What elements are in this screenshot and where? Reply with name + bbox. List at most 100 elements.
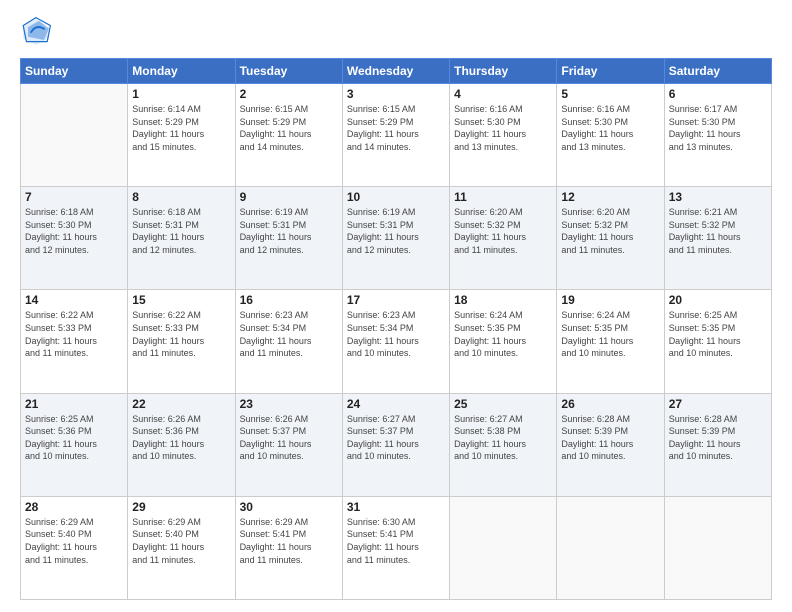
day-info: Sunrise: 6:22 AM Sunset: 5:33 PM Dayligh… — [25, 309, 123, 359]
day-number: 20 — [669, 293, 767, 307]
day-number: 11 — [454, 190, 552, 204]
day-number: 29 — [132, 500, 230, 514]
day-info: Sunrise: 6:16 AM Sunset: 5:30 PM Dayligh… — [454, 103, 552, 153]
calendar-cell — [21, 84, 128, 187]
day-info: Sunrise: 6:18 AM Sunset: 5:31 PM Dayligh… — [132, 206, 230, 256]
day-info: Sunrise: 6:29 AM Sunset: 5:41 PM Dayligh… — [240, 516, 338, 566]
calendar-cell — [557, 496, 664, 599]
day-info: Sunrise: 6:27 AM Sunset: 5:38 PM Dayligh… — [454, 413, 552, 463]
day-number: 5 — [561, 87, 659, 101]
day-number: 8 — [132, 190, 230, 204]
day-number: 27 — [669, 397, 767, 411]
calendar-cell: 4Sunrise: 6:16 AM Sunset: 5:30 PM Daylig… — [450, 84, 557, 187]
logo — [20, 16, 56, 48]
day-number: 18 — [454, 293, 552, 307]
day-info: Sunrise: 6:30 AM Sunset: 5:41 PM Dayligh… — [347, 516, 445, 566]
weekday-header-tuesday: Tuesday — [235, 59, 342, 84]
calendar-cell: 7 Sunrise: 6:18 AM Sunset: 5:30 PM Daylig… — [21, 187, 128, 290]
header — [20, 16, 772, 48]
day-number: 3 — [347, 87, 445, 101]
day-number: 15 — [132, 293, 230, 307]
calendar-cell: 3 Sunrise: 6:15 AM Sunset: 5:29 PM Daylig… — [342, 84, 449, 187]
day-number: 17 — [347, 293, 445, 307]
calendar-cell: 31 Sunrise: 6:30 AM Sunset: 5:41 PM Dayli… — [342, 496, 449, 599]
calendar-cell: 6Sunrise: 6:17 AM Sunset: 5:30 PM Daylig… — [664, 84, 771, 187]
weekday-header-saturday: Saturday — [664, 59, 771, 84]
day-number: 9 — [240, 190, 338, 204]
calendar-cell — [450, 496, 557, 599]
day-number: 2 — [240, 87, 338, 101]
day-info: Sunrise: 6:23 AM Sunset: 5:34 PM Dayligh… — [347, 309, 445, 359]
day-info: Sunrise: 6:27 AM Sunset: 5:37 PM Dayligh… — [347, 413, 445, 463]
weekday-header-monday: Monday — [128, 59, 235, 84]
calendar-cell: 17 Sunrise: 6:23 AM Sunset: 5:34 PM Dayli… — [342, 290, 449, 393]
day-info: Sunrise: 6:24 AM Sunset: 5:35 PM Dayligh… — [454, 309, 552, 359]
calendar-cell: 2 Sunrise: 6:15 AM Sunset: 5:29 PM Daylig… — [235, 84, 342, 187]
calendar-cell: 1 Sunrise: 6:14 AM Sunset: 5:29 PM Daylig… — [128, 84, 235, 187]
calendar-cell: 8 Sunrise: 6:18 AM Sunset: 5:31 PM Daylig… — [128, 187, 235, 290]
day-info: Sunrise: 6:29 AM Sunset: 5:40 PM Dayligh… — [25, 516, 123, 566]
day-info: Sunrise: 6:23 AM Sunset: 5:34 PM Dayligh… — [240, 309, 338, 359]
day-number: 13 — [669, 190, 767, 204]
day-number: 28 — [25, 500, 123, 514]
calendar-cell: 16 Sunrise: 6:23 AM Sunset: 5:34 PM Dayli… — [235, 290, 342, 393]
calendar-cell: 30Sunrise: 6:29 AM Sunset: 5:41 PM Dayli… — [235, 496, 342, 599]
day-number: 21 — [25, 397, 123, 411]
day-number: 16 — [240, 293, 338, 307]
calendar-week-2: 14 Sunrise: 6:22 AM Sunset: 5:33 PM Dayli… — [21, 290, 772, 393]
calendar-cell: 5 Sunrise: 6:16 AM Sunset: 5:30 PM Daylig… — [557, 84, 664, 187]
day-info: Sunrise: 6:19 AM Sunset: 5:31 PM Dayligh… — [240, 206, 338, 256]
calendar-cell: 26 Sunrise: 6:28 AM Sunset: 5:39 PM Dayli… — [557, 393, 664, 496]
day-number: 12 — [561, 190, 659, 204]
day-info: Sunrise: 6:14 AM Sunset: 5:29 PM Dayligh… — [132, 103, 230, 153]
calendar-cell: 24Sunrise: 6:27 AM Sunset: 5:37 PM Dayli… — [342, 393, 449, 496]
weekday-header-sunday: Sunday — [21, 59, 128, 84]
calendar-cell: 12 Sunrise: 6:20 AM Sunset: 5:32 PM Dayli… — [557, 187, 664, 290]
page: SundayMondayTuesdayWednesdayThursdayFrid… — [0, 0, 792, 612]
weekday-header-thursday: Thursday — [450, 59, 557, 84]
calendar-cell: 14 Sunrise: 6:22 AM Sunset: 5:33 PM Dayli… — [21, 290, 128, 393]
day-info: Sunrise: 6:29 AM Sunset: 5:40 PM Dayligh… — [132, 516, 230, 566]
calendar-week-1: 7 Sunrise: 6:18 AM Sunset: 5:30 PM Daylig… — [21, 187, 772, 290]
day-number: 22 — [132, 397, 230, 411]
calendar-cell: 18 Sunrise: 6:24 AM Sunset: 5:35 PM Dayli… — [450, 290, 557, 393]
day-number: 26 — [561, 397, 659, 411]
calendar-cell: 13 Sunrise: 6:21 AM Sunset: 5:32 PM Dayli… — [664, 187, 771, 290]
calendar-cell: 29 Sunrise: 6:29 AM Sunset: 5:40 PM Dayli… — [128, 496, 235, 599]
day-number: 14 — [25, 293, 123, 307]
calendar-cell: 28 Sunrise: 6:29 AM Sunset: 5:40 PM Dayli… — [21, 496, 128, 599]
calendar-cell: 21 Sunrise: 6:25 AM Sunset: 5:36 PM Dayli… — [21, 393, 128, 496]
calendar-week-4: 28 Sunrise: 6:29 AM Sunset: 5:40 PM Dayli… — [21, 496, 772, 599]
calendar-cell: 27 Sunrise: 6:28 AM Sunset: 5:39 PM Dayli… — [664, 393, 771, 496]
day-number: 31 — [347, 500, 445, 514]
day-info: Sunrise: 6:21 AM Sunset: 5:32 PM Dayligh… — [669, 206, 767, 256]
calendar-table: SundayMondayTuesdayWednesdayThursdayFrid… — [20, 58, 772, 600]
calendar-cell: 23 Sunrise: 6:26 AM Sunset: 5:37 PM Dayli… — [235, 393, 342, 496]
day-info: Sunrise: 6:25 AM Sunset: 5:35 PM Dayligh… — [669, 309, 767, 359]
day-info: Sunrise: 6:24 AM Sunset: 5:35 PM Dayligh… — [561, 309, 659, 359]
day-info: Sunrise: 6:17 AM Sunset: 5:30 PM Dayligh… — [669, 103, 767, 153]
calendar-week-3: 21 Sunrise: 6:25 AM Sunset: 5:36 PM Dayli… — [21, 393, 772, 496]
weekday-header-wednesday: Wednesday — [342, 59, 449, 84]
day-info: Sunrise: 6:22 AM Sunset: 5:33 PM Dayligh… — [132, 309, 230, 359]
day-number: 7 — [25, 190, 123, 204]
day-info: Sunrise: 6:18 AM Sunset: 5:30 PM Dayligh… — [25, 206, 123, 256]
day-info: Sunrise: 6:15 AM Sunset: 5:29 PM Dayligh… — [240, 103, 338, 153]
day-info: Sunrise: 6:20 AM Sunset: 5:32 PM Dayligh… — [561, 206, 659, 256]
calendar-cell: 22Sunrise: 6:26 AM Sunset: 5:36 PM Dayli… — [128, 393, 235, 496]
day-info: Sunrise: 6:25 AM Sunset: 5:36 PM Dayligh… — [25, 413, 123, 463]
day-info: Sunrise: 6:28 AM Sunset: 5:39 PM Dayligh… — [669, 413, 767, 463]
day-number: 23 — [240, 397, 338, 411]
day-info: Sunrise: 6:28 AM Sunset: 5:39 PM Dayligh… — [561, 413, 659, 463]
day-number: 10 — [347, 190, 445, 204]
day-number: 1 — [132, 87, 230, 101]
day-info: Sunrise: 6:15 AM Sunset: 5:29 PM Dayligh… — [347, 103, 445, 153]
calendar-cell: 9 Sunrise: 6:19 AM Sunset: 5:31 PM Daylig… — [235, 187, 342, 290]
calendar-cell: 19 Sunrise: 6:24 AM Sunset: 5:35 PM Dayli… — [557, 290, 664, 393]
day-info: Sunrise: 6:26 AM Sunset: 5:37 PM Dayligh… — [240, 413, 338, 463]
day-number: 19 — [561, 293, 659, 307]
day-number: 25 — [454, 397, 552, 411]
day-info: Sunrise: 6:19 AM Sunset: 5:31 PM Dayligh… — [347, 206, 445, 256]
weekday-header-friday: Friday — [557, 59, 664, 84]
day-info: Sunrise: 6:16 AM Sunset: 5:30 PM Dayligh… — [561, 103, 659, 153]
